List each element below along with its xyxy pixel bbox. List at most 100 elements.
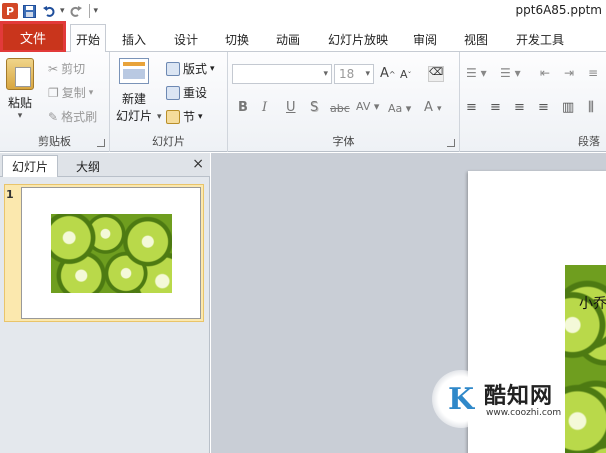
paste-button[interactable]: 粘贴 ▾: [6, 58, 34, 121]
powerpoint-logo-icon[interactable]: P: [2, 3, 18, 19]
layout-button[interactable]: 版式 ▾: [166, 60, 215, 77]
section-button[interactable]: 节 ▾: [166, 108, 203, 125]
tab-animations[interactable]: 动画: [268, 28, 308, 50]
new-slide-label-1: 新建: [122, 92, 147, 106]
font-size-combo[interactable]: 18 ▾: [334, 64, 374, 84]
reset-icon: [166, 85, 180, 100]
font-launcher-icon[interactable]: [447, 139, 455, 147]
tab-file[interactable]: 文件: [0, 21, 66, 53]
reset-button[interactable]: 重设: [166, 84, 207, 101]
change-case-button[interactable]: Aa ▾: [388, 102, 411, 115]
slides-group-label: 幻灯片: [152, 135, 185, 148]
align-right-icon[interactable]: ≡: [514, 100, 525, 115]
layout-label: 版式: [183, 62, 208, 76]
font-size-value: 18: [339, 67, 355, 81]
shrink-font-label: A: [400, 68, 408, 81]
section-dropdown-icon: ▾: [198, 111, 203, 122]
tab-design[interactable]: 设计: [166, 28, 206, 50]
new-slide-label-2: 幻灯片: [116, 109, 153, 123]
increase-indent-icon[interactable]: ⇥: [564, 66, 574, 80]
watermark-name: 酷知网: [484, 384, 554, 409]
customize-qat-icon[interactable]: ▾: [94, 6, 99, 16]
tab-slideshow[interactable]: 幻灯片放映: [322, 28, 394, 50]
change-case-label: Aa: [388, 102, 403, 115]
format-painter-button[interactable]: ✎ 格式刷: [48, 108, 97, 125]
slides-group: 新建 幻灯片 ▾ 版式 ▾ 重设 节 ▾ 幻灯片: [110, 52, 228, 152]
cut-label: 剪切: [61, 62, 86, 76]
align-left-icon[interactable]: ≡: [466, 100, 477, 115]
paragraph-group-label: 段落: [578, 135, 600, 148]
font-color-button[interactable]: A ▾: [424, 100, 442, 115]
ribbon-tabs: 文件 开始 插入 设计 切换 动画 幻灯片放映 审阅 视图 开发工具: [0, 21, 606, 53]
format-painter-label: 格式刷: [61, 110, 98, 124]
font-group-label: 字体: [332, 135, 355, 148]
font-name-combo[interactable]: ▾: [232, 64, 332, 84]
tab-transitions[interactable]: 切换: [217, 28, 257, 50]
decrease-indent-icon[interactable]: ⇤: [540, 66, 550, 80]
clipboard-group-label: 剪贴板: [38, 135, 71, 148]
tab-review[interactable]: 审阅: [405, 28, 445, 50]
text-direction-icon[interactable]: ⫼: [588, 100, 594, 115]
justify-icon[interactable]: ≡: [538, 100, 549, 115]
layout-dropdown-icon: ▾: [210, 63, 215, 74]
grow-font-label: A: [380, 66, 389, 81]
new-slide-dropdown-icon[interactable]: ▾: [157, 112, 162, 122]
clipboard-launcher-icon[interactable]: [97, 139, 105, 147]
shadow-button[interactable]: S: [310, 100, 318, 115]
slide-text[interactable]: 小乔: [579, 293, 606, 313]
tab-home[interactable]: 开始: [70, 24, 106, 53]
slide-number: 1: [6, 188, 14, 201]
section-icon: [166, 109, 180, 124]
font-size-dropdown-icon: ▾: [365, 69, 370, 79]
tab-outline-panel[interactable]: 大纲: [60, 155, 116, 177]
ribbon: 粘贴 ▾ ✂ 剪切 ❐ 复制 ▾ ✎ 格式刷 剪贴板 新建 幻灯片 ▾ 版式 ▾: [0, 52, 606, 152]
bullets-icon[interactable]: ☰ ▾: [466, 66, 487, 80]
slides-panel: 幻灯片 大纲 × 1: [0, 153, 210, 453]
paste-label: 粘贴: [7, 96, 32, 110]
section-label: 节: [183, 110, 196, 124]
brush-icon: ✎: [48, 109, 59, 124]
align-center-icon[interactable]: ≡: [490, 100, 501, 115]
undo-dropdown-icon[interactable]: ▾: [60, 6, 65, 16]
copy-button[interactable]: ❐ 复制 ▾: [48, 84, 93, 101]
bold-button[interactable]: B: [238, 100, 248, 115]
numbering-icon[interactable]: ☰ ▾: [500, 66, 521, 80]
title-bar: P ▾ ▾ ppt6A85.pptm: [0, 0, 606, 22]
tab-slides-panel[interactable]: 幻灯片: [2, 155, 58, 177]
font-color-label: A: [424, 100, 433, 115]
copy-label: 复制: [61, 86, 86, 100]
grow-font-icon[interactable]: A^: [380, 66, 396, 81]
slide-thumbnail[interactable]: [21, 187, 201, 319]
columns-icon[interactable]: ▥: [562, 100, 574, 115]
char-spacing-button[interactable]: AV ▾: [356, 100, 379, 113]
save-icon[interactable]: [20, 2, 38, 20]
tab-view[interactable]: 视图: [456, 28, 496, 50]
paste-dropdown-icon: ▾: [17, 111, 23, 121]
underline-button[interactable]: U: [286, 100, 296, 115]
line-spacing-icon[interactable]: ≡: [588, 66, 598, 80]
italic-button[interactable]: I: [262, 100, 267, 115]
redo-icon[interactable]: [67, 2, 85, 20]
clear-formatting-icon[interactable]: ⌫: [428, 66, 444, 82]
font-name-dropdown-icon: ▾: [323, 69, 328, 79]
strikethrough-button[interactable]: abc: [330, 102, 350, 115]
cut-button[interactable]: ✂ 剪切: [48, 60, 85, 77]
char-spacing-label: AV: [356, 100, 371, 113]
watermark-logo-letter: K: [447, 381, 475, 417]
window-title: ppt6A85.pptm: [515, 3, 603, 17]
tab-insert[interactable]: 插入: [114, 28, 154, 50]
new-slide-icon: [119, 58, 149, 84]
close-icon[interactable]: ×: [192, 156, 204, 172]
new-slide-button[interactable]: 新建 幻灯片: [116, 58, 152, 124]
tab-developer[interactable]: 开发工具: [510, 28, 570, 50]
paragraph-group: ☰ ▾ ☰ ▾ ⇤ ⇥ ≡ ≡ ≡ ≡ ≡ ▥ ⫼ 段落: [460, 52, 606, 152]
thumbnail-kiwi-image: [51, 214, 172, 293]
watermark-logo-icon: K: [432, 370, 490, 428]
shrink-font-icon[interactable]: Aˇ: [400, 68, 412, 81]
undo-icon[interactable]: [40, 2, 58, 20]
scissors-icon: ✂: [48, 61, 59, 76]
watermark-url: www.coozhi.com: [486, 408, 562, 418]
qat-separator: [88, 4, 90, 18]
font-group: ▾ 18 ▾ A^ Aˇ ⌫ B I U S abc AV ▾ Aa ▾ A ▾…: [228, 52, 460, 152]
reset-label: 重设: [183, 86, 208, 100]
